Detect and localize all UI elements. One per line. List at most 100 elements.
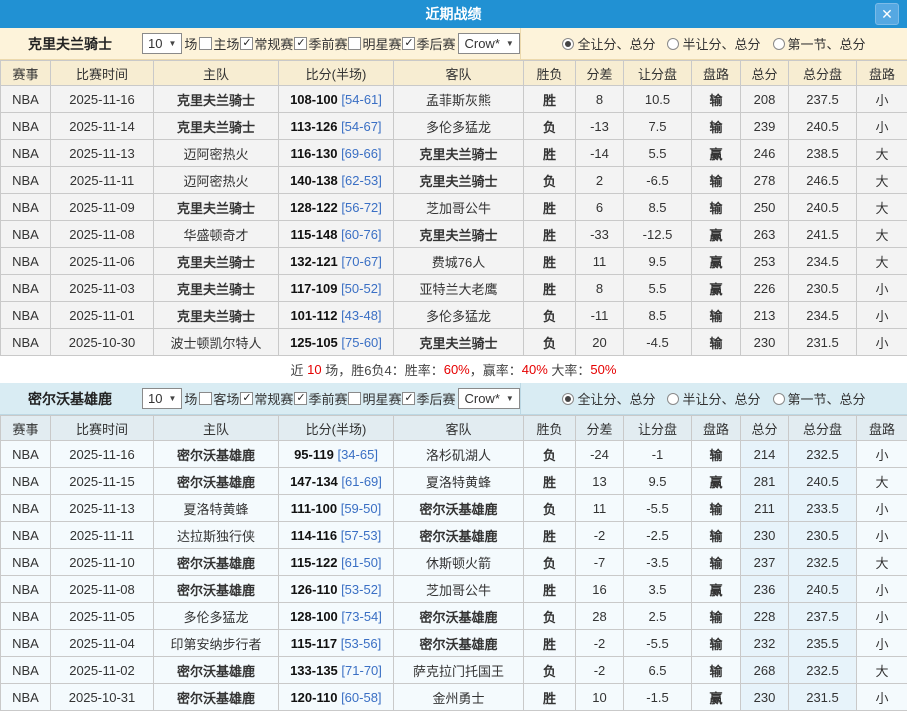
home-team-cell: 密尔沃基雄鹿 [154, 684, 279, 711]
full-score: 115-148 [290, 227, 337, 242]
league-cell: NBA [1, 248, 51, 275]
point-diff-cell: -33 [576, 221, 624, 248]
handicap-result-cell: 赢 [692, 140, 741, 167]
filter-checkbox[interactable]: ✓季后赛 [402, 34, 455, 53]
league-cell: NBA [1, 113, 51, 140]
games-count-select[interactable]: 10▼ [142, 33, 182, 54]
handicap-line-cell: -12.5 [624, 221, 692, 248]
handicap-result-cell: 输 [692, 329, 741, 356]
total-line-cell: 232.5 [789, 657, 857, 684]
win-loss-cell: 负 [524, 495, 576, 522]
checkbox-label: 客场 [213, 389, 239, 408]
filter-checkbox[interactable]: 主场 [199, 34, 239, 53]
win-loss-cell: 负 [524, 441, 576, 468]
score-cell: 140-138 [62-53] [279, 167, 394, 194]
radio-button[interactable] [562, 393, 574, 405]
date-cell: 2025-11-15 [51, 468, 154, 495]
game-row: NBA2025-11-11迈阿密热火140-138 [62-53]克里夫兰骑士负… [1, 167, 907, 194]
point-diff-cell: 8 [576, 275, 624, 302]
handicap-result-cell: 输 [692, 302, 741, 329]
radio-button[interactable] [773, 38, 785, 50]
home-team-cell: 克里夫兰骑士 [154, 275, 279, 302]
checkbox-box[interactable]: ✓ [240, 37, 253, 50]
game-row: NBA2025-11-06克里夫兰骑士132-121 [70-67]费城76人胜… [1, 248, 907, 275]
date-cell: 2025-11-08 [51, 576, 154, 603]
filter-checkbox[interactable]: ✓常规赛 [240, 389, 293, 408]
total-points-cell: 263 [741, 221, 789, 248]
checkbox-box[interactable]: ✓ [402, 37, 415, 50]
total-line-cell: 234.5 [789, 248, 857, 275]
score-cell: 132-121 [70-67] [279, 248, 394, 275]
total-points-cell: 253 [741, 248, 789, 275]
games-count-select[interactable]: 10▼ [142, 388, 182, 409]
filter-checkbox[interactable]: ✓季后赛 [402, 389, 455, 408]
games-table: 赛事比赛时间主队比分(半场)客队胜负分差让分盘盘路总分总分盘盘路 NBA2025… [0, 60, 907, 356]
half-score: [34-65] [337, 447, 377, 462]
league-cell: NBA [1, 522, 51, 549]
total-line-cell: 232.5 [789, 441, 857, 468]
odds-provider-value: Crow* [464, 391, 499, 406]
half-score: [54-61] [341, 92, 381, 107]
over-under-cell: 大 [857, 468, 907, 495]
score-cell: 128-122 [56-72] [279, 194, 394, 221]
checkbox-box[interactable] [199, 392, 212, 405]
odds-provider-select[interactable]: Crow*▼ [458, 388, 519, 409]
full-score: 132-121 [290, 254, 338, 269]
checkbox-label: 季前赛 [308, 34, 347, 53]
radio-button[interactable] [562, 38, 574, 50]
filter-checkbox[interactable]: ✓季前赛 [294, 389, 347, 408]
score-cell: 115-122 [61-50] [279, 549, 394, 576]
radio-button[interactable] [773, 393, 785, 405]
filter-checkbox[interactable]: ✓常规赛 [240, 34, 293, 53]
filter-checkbox[interactable]: ✓季前赛 [294, 34, 347, 53]
filter-checkbox[interactable]: 明星赛 [348, 34, 401, 53]
total-line-cell: 240.5 [789, 194, 857, 221]
checkbox-box[interactable] [199, 37, 212, 50]
handicap-line-cell: -5.5 [624, 630, 692, 657]
half-score: [59-50] [341, 501, 381, 516]
handicap-result-cell: 输 [692, 657, 741, 684]
column-header: 比分(半场) [279, 61, 394, 86]
odds-scope-radio[interactable]: 全让分、总分 [562, 389, 655, 408]
over-under-cell: 小 [857, 630, 907, 657]
total-points-cell: 230 [741, 684, 789, 711]
odds-provider-select[interactable]: Crow*▼ [458, 33, 519, 54]
odds-scope-radio[interactable]: 第一节、总分 [773, 389, 866, 408]
radio-button[interactable] [667, 38, 679, 50]
handicap-line-cell: 9.5 [624, 468, 692, 495]
handicap-line-cell: 7.5 [624, 113, 692, 140]
checkbox-label: 主场 [213, 34, 239, 53]
checkbox-box[interactable]: ✓ [294, 392, 307, 405]
home-team-cell: 克里夫兰骑士 [154, 194, 279, 221]
close-icon[interactable]: ✕ [875, 3, 899, 25]
full-score: 147-134 [290, 474, 338, 489]
score-cell: 115-148 [60-76] [279, 221, 394, 248]
column-header: 分差 [576, 416, 624, 441]
filter-checkbox[interactable]: 客场 [199, 389, 239, 408]
team-controls-bar: 克里夫兰骑士 10▼ 场 主场✓常规赛✓季前赛明星赛✓季后赛 Crow*▼ 全让… [0, 28, 907, 60]
full-score: 128-122 [290, 200, 338, 215]
odds-scope-radio[interactable]: 第一节、总分 [773, 34, 866, 53]
date-cell: 2025-11-06 [51, 248, 154, 275]
team-section: 密尔沃基雄鹿 10▼ 场 客场✓常规赛✓季前赛明星赛✓季后赛 Crow*▼ 全让… [0, 383, 907, 711]
full-score: 114-116 [291, 528, 337, 543]
point-diff-cell: -2 [576, 630, 624, 657]
checkbox-box[interactable] [348, 392, 361, 405]
total-line-cell: 234.5 [789, 302, 857, 329]
odds-scope-radio[interactable]: 半让分、总分 [667, 34, 760, 53]
odds-scope-radio-group: 全让分、总分半让分、总分第一节、总分 [520, 383, 907, 414]
total-points-cell: 232 [741, 630, 789, 657]
date-cell: 2025-11-16 [51, 86, 154, 113]
handicap-result-cell: 赢 [692, 275, 741, 302]
odds-scope-radio[interactable]: 半让分、总分 [667, 389, 760, 408]
odds-scope-radio[interactable]: 全让分、总分 [562, 34, 655, 53]
checkbox-box[interactable]: ✓ [240, 392, 253, 405]
radio-button[interactable] [667, 393, 679, 405]
filter-checkbox[interactable]: 明星赛 [348, 389, 401, 408]
away-team-cell: 芝加哥公牛 [394, 576, 524, 603]
checkbox-box[interactable] [348, 37, 361, 50]
column-header: 盘路 [857, 61, 907, 86]
checkbox-box[interactable]: ✓ [402, 392, 415, 405]
date-cell: 2025-11-11 [51, 167, 154, 194]
checkbox-box[interactable]: ✓ [294, 37, 307, 50]
